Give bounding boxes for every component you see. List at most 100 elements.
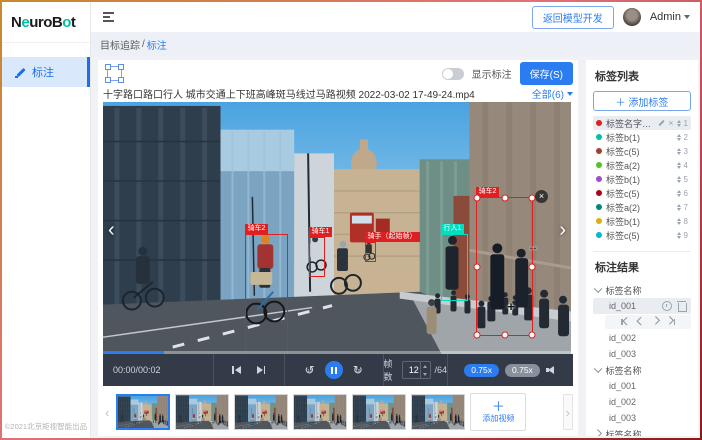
result-group-header[interactable]: 标签名称: [593, 282, 691, 298]
label-list-item[interactable]: 标签a(2)4: [593, 158, 691, 172]
filmstrip-right-chevron-icon[interactable]: ›: [563, 394, 573, 430]
delete-label-icon[interactable]: ×: [668, 119, 673, 128]
label-shortcut: 6: [684, 189, 688, 198]
label-name: 标签b(1): [606, 215, 673, 228]
next-video-chevron-icon[interactable]: ›: [559, 220, 566, 240]
label-color-dot: [596, 134, 602, 140]
video-thumbnail[interactable]: [411, 394, 465, 430]
resize-handle[interactable]: [474, 195, 481, 202]
speed-pill[interactable]: 0.75x: [464, 364, 499, 377]
label-shortcut: 4: [684, 161, 688, 170]
user-name-label: Admin: [650, 11, 681, 23]
back-to-model-dev-button[interactable]: 返回模型开发: [532, 6, 614, 29]
avatar[interactable]: [623, 8, 641, 26]
label-list-item[interactable]: 标签名字最长数...×1: [593, 116, 691, 130]
video-title: 十字路口路口行人 城市交通上下班高峰斑马线过马路视频 2022-03-02 17…: [103, 86, 475, 101]
prev-video-chevron-icon[interactable]: ‹: [108, 220, 115, 240]
filmstrip-left-chevron-icon[interactable]: ‹: [103, 405, 111, 420]
label-list-item[interactable]: 标签b(1)8: [593, 214, 691, 228]
result-group-header[interactable]: 标签名称: [593, 362, 691, 378]
result-item[interactable]: id_003: [593, 410, 691, 426]
breadcrumb-separator: /: [142, 39, 145, 50]
resize-handle[interactable]: [474, 332, 481, 339]
edit-label-icon[interactable]: [659, 120, 665, 126]
delete-box-icon[interactable]: ×: [535, 190, 548, 203]
result-group-header[interactable]: 标签名称: [593, 426, 691, 436]
video-thumbnail[interactable]: [234, 394, 288, 430]
sort-icon[interactable]: [677, 176, 681, 183]
sort-icon[interactable]: [677, 148, 681, 155]
resize-handle[interactable]: [501, 195, 508, 202]
sort-icon[interactable]: [677, 204, 681, 211]
sort-icon[interactable]: [677, 134, 681, 141]
video-thumbnail[interactable]: [175, 394, 229, 430]
breadcrumb-parent[interactable]: 目标追踪: [100, 37, 140, 52]
next-frame-icon[interactable]: [653, 320, 659, 324]
speed-pill[interactable]: 0.75x: [505, 364, 540, 377]
resize-handle[interactable]: [474, 263, 481, 270]
replay-10-icon[interactable]: ↺10: [305, 364, 315, 376]
bounding-box[interactable]: 骑车1: [309, 237, 325, 277]
volume-icon[interactable]: [546, 365, 557, 375]
label-list-item[interactable]: 标签c(5)9: [593, 228, 691, 242]
logo-letter: t: [71, 14, 76, 31]
show-annotation-toggle[interactable]: [442, 68, 464, 80]
bounding-box-selected[interactable]: 骑车2×+↔: [476, 197, 533, 336]
prev-frame-button[interactable]: [232, 366, 241, 374]
bounding-box[interactable]: 骑手（起始帧）: [365, 242, 376, 262]
result-item[interactable]: id_002: [593, 394, 691, 410]
breadcrumb-current: 标注: [147, 37, 167, 52]
result-item[interactable]: id_003: [593, 346, 691, 362]
label-color-dot: [596, 232, 602, 238]
result-item[interactable]: id_001: [593, 298, 691, 314]
add-label-button[interactable]: ＋ 添加标签: [593, 91, 691, 111]
label-color-dot: [596, 148, 602, 154]
label-list-item[interactable]: 标签b(1)5: [593, 172, 691, 186]
resize-handle[interactable]: [501, 332, 508, 339]
label-list-item[interactable]: 标签a(2)7: [593, 200, 691, 214]
app-logo: NeuroBot: [2, 2, 90, 43]
resize-handle[interactable]: [529, 332, 536, 339]
trash-icon[interactable]: [678, 303, 687, 312]
bounding-box-tool-icon[interactable]: [107, 66, 122, 81]
video-canvas[interactable]: 骑车2 骑车1 骑手（起始帧） 行人1 骑车2×+↔ ‹ ›: [103, 102, 571, 354]
sort-icon[interactable]: [677, 120, 681, 127]
history-icon[interactable]: [662, 301, 672, 311]
last-frame-icon[interactable]: [667, 319, 675, 325]
sidebar-item-annotation[interactable]: 标注: [2, 57, 90, 87]
result-item[interactable]: id_001: [593, 378, 691, 394]
bounding-box[interactable]: 行人1: [441, 234, 468, 301]
label-list-item[interactable]: 标签c(5)6: [593, 186, 691, 200]
stepper-arrows[interactable]: [420, 362, 430, 378]
forward-10-icon[interactable]: ↻10: [353, 364, 363, 376]
sort-icon[interactable]: [677, 190, 681, 197]
prev-frame-icon[interactable]: [638, 320, 644, 324]
label-shortcut: 1: [684, 119, 688, 128]
label-name: 标签c(5): [606, 145, 673, 158]
save-button[interactable]: 保存(S): [520, 62, 573, 85]
frame-number-stepper: [402, 361, 430, 379]
video-thumbnail[interactable]: [293, 394, 347, 430]
sort-icon[interactable]: [677, 232, 681, 239]
sort-icon[interactable]: [677, 162, 681, 169]
menu-fold-icon[interactable]: [100, 9, 117, 25]
pause-button[interactable]: [325, 361, 343, 379]
add-video-button[interactable]: ＋ 添加视频: [470, 393, 526, 431]
resize-handle[interactable]: [529, 263, 536, 270]
copyright-text: ©2021北京矩视智能出品: [2, 421, 90, 432]
video-thumbnail[interactable]: [352, 394, 406, 430]
sort-icon[interactable]: [677, 218, 681, 225]
video-progress-bar[interactable]: [103, 351, 571, 354]
user-menu[interactable]: Admin: [650, 11, 690, 23]
filmstrip: ‹ ＋ 添加视频 ›: [103, 386, 573, 434]
chevron-down-icon: [594, 365, 602, 373]
annotation-results-tree: 标签名称id_001id_002id_003标签名称id_001id_002id…: [593, 282, 691, 436]
bounding-box[interactable]: 骑车2: [245, 234, 288, 354]
next-frame-button[interactable]: [257, 366, 266, 374]
label-list-item[interactable]: 标签c(5)3: [593, 144, 691, 158]
result-item[interactable]: id_002: [593, 330, 691, 346]
label-list-item[interactable]: 标签b(1)2: [593, 130, 691, 144]
filter-dropdown[interactable]: 全部(6): [532, 86, 573, 101]
video-thumbnail[interactable]: [116, 394, 170, 430]
first-frame-icon[interactable]: [621, 319, 629, 325]
